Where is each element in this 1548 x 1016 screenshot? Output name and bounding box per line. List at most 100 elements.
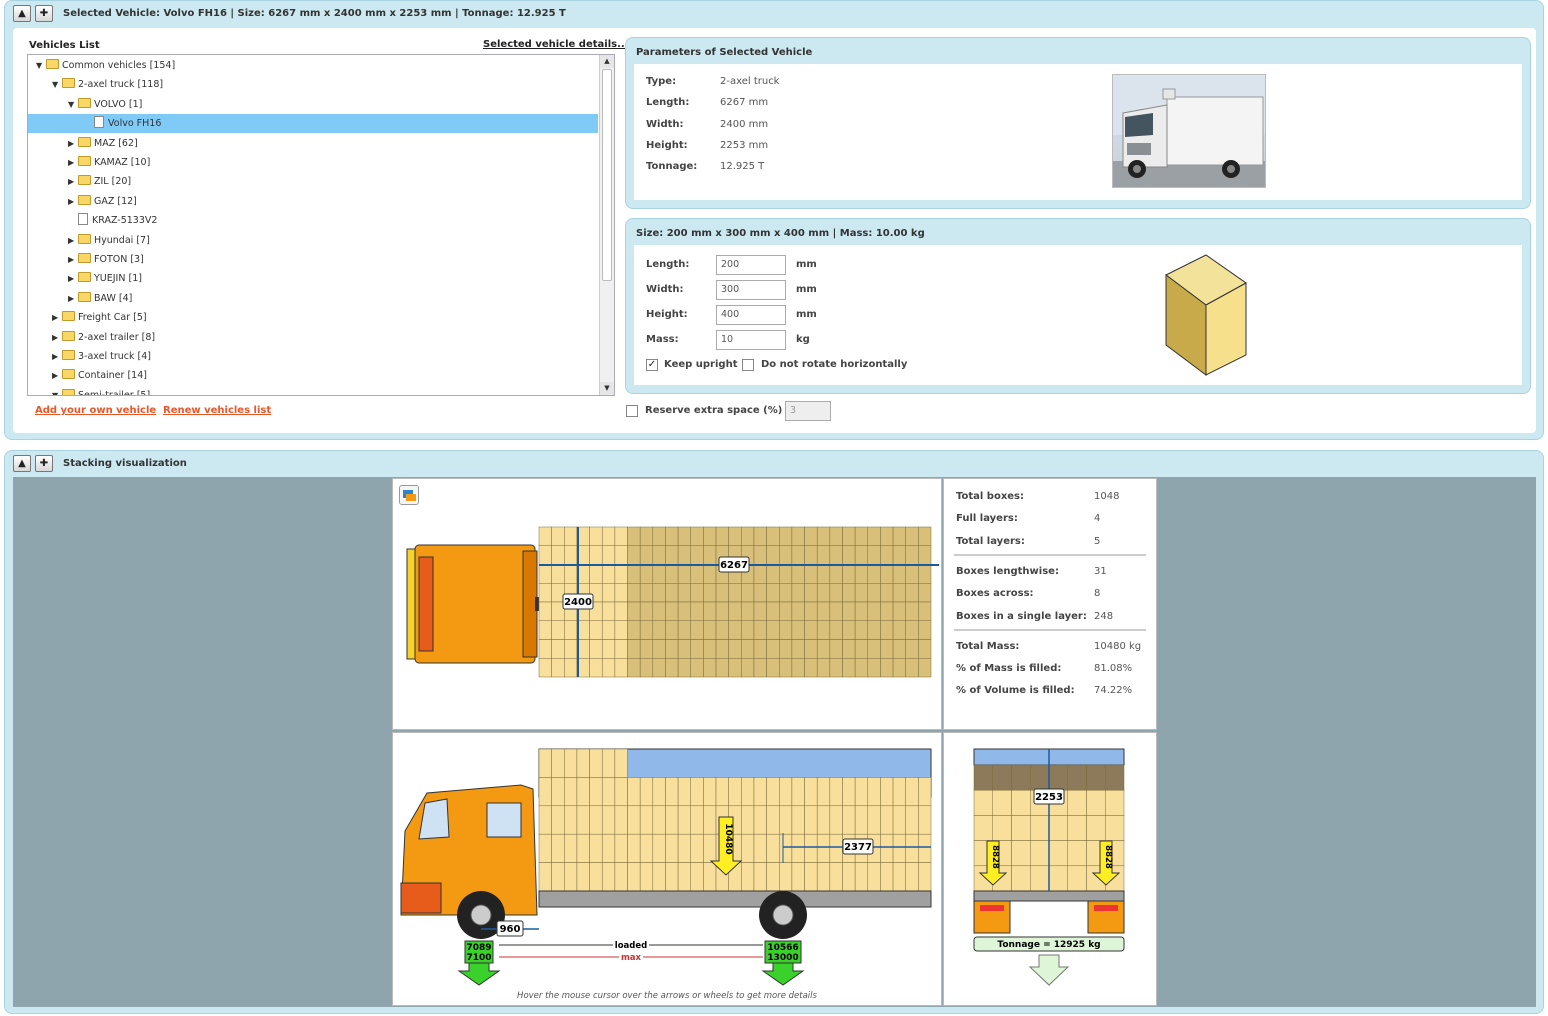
cargo-box [1048,865,1068,892]
tree-item[interactable]: ▶ Hyundai [7] [28,231,598,250]
expanded-triangle-icon[interactable]: ▼ [36,56,46,75]
vehicle-param-value: 12.925 T [720,161,765,173]
box-mass-input[interactable]: 10 [716,330,786,350]
tree-item[interactable]: ▶ GAZ [12] [28,192,598,211]
tree-item[interactable]: ▶ KAMAZ [10] [28,153,598,172]
cargo-box [601,805,616,835]
tree-item-label: BAW [4] [94,292,133,304]
pin-icon[interactable]: ✚ [35,5,53,22]
collapsed-triangle-icon[interactable]: ▶ [68,153,78,172]
pin-icon[interactable]: ✚ [35,455,53,472]
cargo-box [766,564,780,584]
scroll-up-icon[interactable]: ▲ [600,55,614,68]
cargo-box [842,620,856,640]
view-switch-icon[interactable] [399,485,419,505]
cargo-box [741,777,755,807]
cargo-box [551,620,565,640]
tree-item[interactable]: ▶ YUEJIN [1] [28,269,598,288]
cargo-box [728,620,742,640]
cargo-box [854,620,869,640]
cargo-box [564,748,578,778]
vehicle-param-label: Length: [646,97,690,109]
cargo-box [766,833,780,863]
collapsed-triangle-icon[interactable]: ▶ [68,269,78,288]
no-rotate-checkbox[interactable] [742,359,754,371]
tree-item[interactable]: ▶ 3-axel truck [4] [28,347,598,366]
box-3d-icon [1165,254,1247,376]
scroll-down-icon[interactable]: ▼ [600,382,614,395]
tree-item[interactable]: ▼ Semi-trailer [5] [28,386,598,395]
selected-vehicle-details-link[interactable]: Selected vehicle details... [483,39,628,50]
collapsed-triangle-icon[interactable]: ▶ [52,328,62,347]
cargo-box [854,583,869,603]
front-axle-arrow[interactable] [457,962,501,986]
cargo-box [715,658,729,678]
tree-item[interactable]: ▼ 2-axel truck [118] [28,75,598,94]
expanded-triangle-icon[interactable]: ▼ [52,75,62,94]
triangle-up-icon[interactable]: ▲ [13,5,31,22]
renew-vehicles-link[interactable]: Renew vehicles list [163,405,271,416]
collapsed-triangle-icon[interactable]: ▶ [68,289,78,308]
tree-item[interactable]: ▶ FOTON [3] [28,250,598,269]
cargo-box [854,862,869,892]
tree-item[interactable]: ▶ ZIL [20] [28,172,598,191]
cargo-box [639,526,654,546]
cargo-box [538,862,552,892]
collapsed-triangle-icon[interactable]: ▶ [68,134,78,153]
box-width-input[interactable]: 300 [716,280,786,300]
cargo-box [905,658,919,678]
add-vehicle-link[interactable]: Add your own vehicle [35,405,156,416]
cargo-box [538,564,552,584]
box-length-input[interactable]: 200 [716,255,786,275]
cargo-box [816,601,831,621]
collapsed-triangle-icon[interactable]: ▶ [68,172,78,191]
tree-item[interactable]: ▶ Container [14] [28,366,598,385]
cargo-box [779,862,793,892]
cargo-box [652,777,666,807]
tree-item[interactable]: Volvo FH16 [28,114,598,134]
triangle-up-icon[interactable]: ▲ [13,455,31,472]
expanded-triangle-icon[interactable]: ▼ [52,386,62,395]
tree-item-label: GAZ [12] [94,195,137,207]
box-height-input[interactable]: 400 [716,305,786,325]
expanded-triangle-icon[interactable]: ▼ [68,95,78,114]
collapsed-triangle-icon[interactable]: ▶ [68,250,78,269]
tree-item[interactable]: ▼ Common vehicles [154] [28,56,598,75]
vehicles-tree[interactable]: ▼ Common vehicles [154] ▼ 2-axel truck [118… [27,54,615,396]
rear-axle-arrow[interactable] [761,962,805,986]
tree-item[interactable]: ▶ BAW [4] [28,289,598,308]
vehicle-param-label: Width: [646,118,684,130]
cargo-box [652,833,666,863]
cargo-box [703,526,717,546]
cargo-box [639,601,654,621]
tree-item[interactable]: KRAZ-5133V2 [28,211,598,230]
tree-item[interactable]: ▼ VOLVO [1] [28,95,598,114]
cargo-box [589,658,603,678]
cargo-box [791,777,805,807]
keep-upright-checkbox[interactable]: ✓ [646,359,658,371]
collapsed-triangle-icon[interactable]: ▶ [68,231,78,250]
cargo-box [867,545,881,565]
stat-row: Boxes lengthwise: 31 [956,566,1148,582]
cargo-box [973,764,993,791]
cargo-box [538,833,552,863]
tonnage-arrow[interactable] [1028,954,1070,986]
cargo-box [677,564,691,584]
tree-item-label: 2-axel trailer [8] [78,331,156,343]
scroll-thumb[interactable] [602,69,612,281]
cargo-box [741,639,755,659]
collapsed-triangle-icon[interactable]: ▶ [52,308,62,327]
tree-item[interactable]: ▶ MAZ [62] [28,134,598,153]
cargo-box [715,777,729,807]
tree-item[interactable]: ▶ Freight Car [5] [28,308,598,327]
collapsed-triangle-icon[interactable]: ▶ [52,366,62,385]
tree-item-label: KRAZ-5133V2 [92,215,158,227]
cargo-box [677,805,691,835]
reserve-space-input[interactable]: 3 [785,401,831,421]
collapsed-triangle-icon[interactable]: ▶ [52,347,62,366]
stat-label: % of Volume is filled: [956,685,1075,697]
tree-scrollbar[interactable]: ▲ ▼ [599,55,614,395]
reserve-space-checkbox[interactable] [626,405,638,417]
tree-item[interactable]: ▶ 2-axel trailer [8] [28,328,598,347]
collapsed-triangle-icon[interactable]: ▶ [68,192,78,211]
